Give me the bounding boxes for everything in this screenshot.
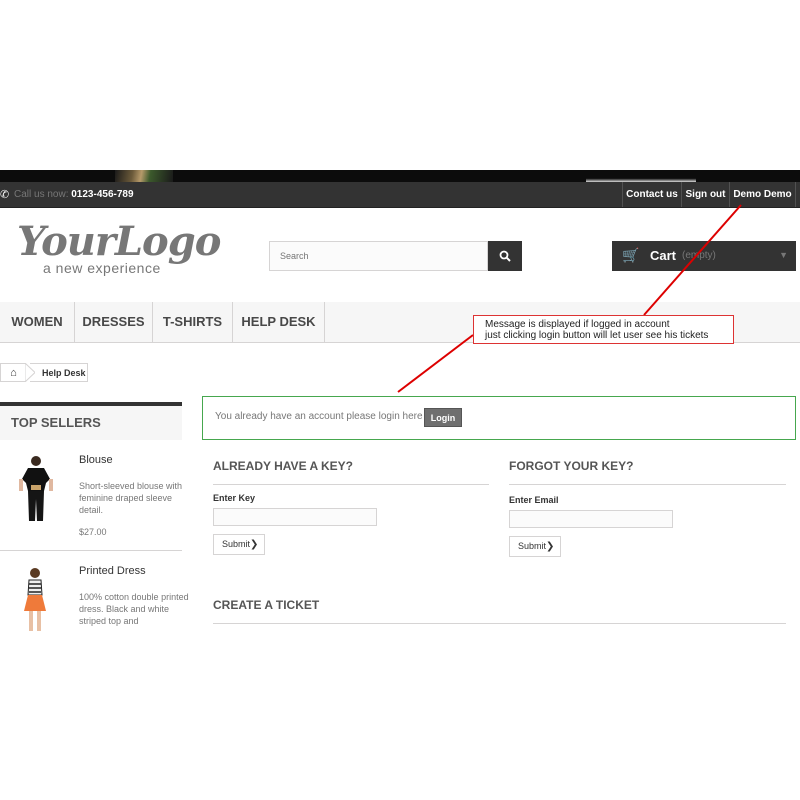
annotation-arrow — [397, 334, 474, 393]
annotation-line-2: just clicking login button will let user… — [485, 330, 709, 341]
annotation-callout: Message is displayed if logged in accoun… — [473, 315, 734, 344]
annotation-arrows — [397, 204, 742, 393]
annotation-line-1: Message is displayed if logged in accoun… — [485, 319, 670, 330]
annotation-arrow — [643, 204, 742, 316]
